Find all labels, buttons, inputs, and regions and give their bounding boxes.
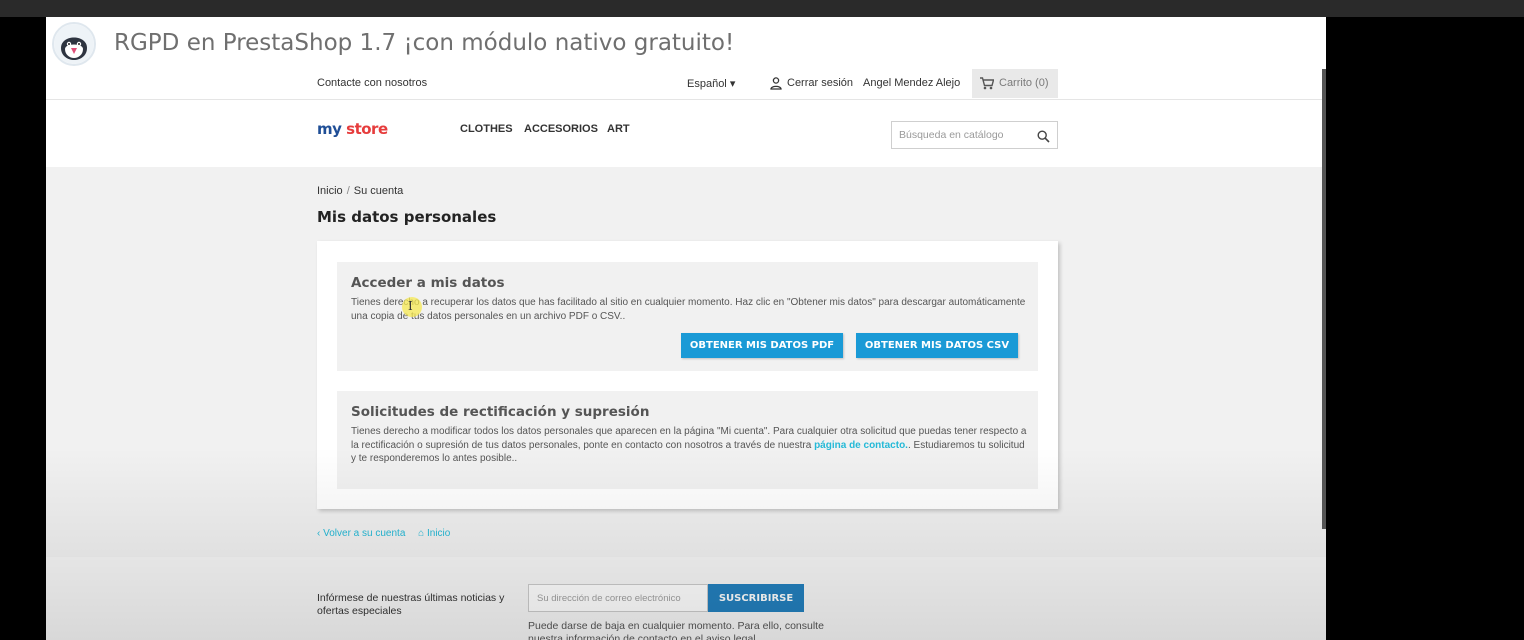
home-link[interactable]: Inicio [427, 528, 450, 539]
channel-logo [52, 22, 96, 66]
menu-item-accesorios[interactable]: ACCESORIOS [524, 123, 598, 135]
subscribe-button[interactable]: SUSCRIBIRSE [708, 584, 804, 612]
rectification-text: Tienes derecho a modificar todos los dat… [351, 425, 1027, 466]
contact-page-link[interactable]: página de contacto. [814, 440, 908, 451]
account-footer-links: ‹ Volver a su cuenta ⌂ Inicio [317, 528, 450, 539]
contact-link[interactable]: Contacte con nosotros [317, 77, 427, 89]
access-data-title: Acceder a mis datos [351, 275, 505, 291]
breadcrumb-current[interactable]: Su cuenta [354, 185, 404, 197]
search-icon[interactable] [1037, 130, 1050, 143]
menu-item-art[interactable]: ART [607, 123, 630, 135]
language-selector[interactable]: Español ▾ [687, 77, 735, 90]
home-icon: ⌂ [418, 528, 425, 539]
screen: Contacte con nosotros Español ▾ Cerrar s… [0, 0, 1524, 640]
video-title: RGPD en PrestaShop 1.7 ¡con módulo nativ… [114, 30, 735, 56]
logo-text-my: my [317, 120, 347, 138]
breadcrumb: Inicio / Su cuenta [317, 185, 403, 197]
cart-button[interactable]: Carrito (0) [972, 69, 1058, 98]
back-to-account-link[interactable]: ‹ Volver a su cuenta [317, 528, 405, 539]
puffin-icon [54, 24, 94, 64]
account-name-link[interactable]: Angel Mendez Alejo [863, 77, 960, 89]
logout-link[interactable]: Cerrar sesión [787, 77, 853, 89]
search-box [891, 121, 1058, 149]
browser-viewport: Contacte con nosotros Español ▾ Cerrar s… [46, 17, 1326, 640]
user-icon [770, 77, 782, 90]
personal-data-card: Acceder a mis datos Tienes derecho a rec… [317, 241, 1058, 509]
caret-down-icon: ▾ [729, 78, 736, 90]
page-scrollbar[interactable] [1322, 69, 1326, 529]
cart-icon [980, 77, 994, 90]
rectification-title: Solicitudes de rectificación y supresión [351, 404, 650, 420]
get-data-csv-button[interactable]: OBTENER MIS DATOS CSV [856, 333, 1018, 358]
newsletter-text: Infórmese de nuestras últimas noticias y… [317, 592, 505, 617]
cursor-highlight: I [402, 297, 422, 317]
store-logo[interactable]: my store [317, 120, 388, 138]
access-data-text: Tienes derecho a recuperar los datos que… [351, 297, 1026, 322]
search-input[interactable] [892, 122, 1032, 148]
cart-label: Carrito (0) [999, 77, 1049, 89]
newsletter-note: Puede darse de baja en cualquier momento… [528, 620, 824, 640]
newsletter-block: Infórmese de nuestras últimas noticias y… [46, 557, 1326, 640]
get-data-pdf-button[interactable]: OBTENER MIS DATOS PDF [681, 333, 843, 358]
rectification-section: Solicitudes de rectificación y supresión… [337, 391, 1038, 489]
page-title: Mis datos personales [317, 208, 497, 226]
breadcrumb-home[interactable]: Inicio [317, 185, 343, 197]
logo-text-store: store [346, 120, 388, 138]
video-top-bar [0, 0, 1524, 17]
language-label: Español [687, 78, 727, 90]
newsletter-email-input[interactable] [528, 584, 708, 612]
text-cursor-icon: I [408, 299, 413, 313]
access-data-section: Acceder a mis datos Tienes derecho a rec… [337, 262, 1038, 371]
menu-item-clothes[interactable]: CLOTHES [460, 123, 513, 135]
breadcrumb-separator: / [346, 185, 350, 197]
